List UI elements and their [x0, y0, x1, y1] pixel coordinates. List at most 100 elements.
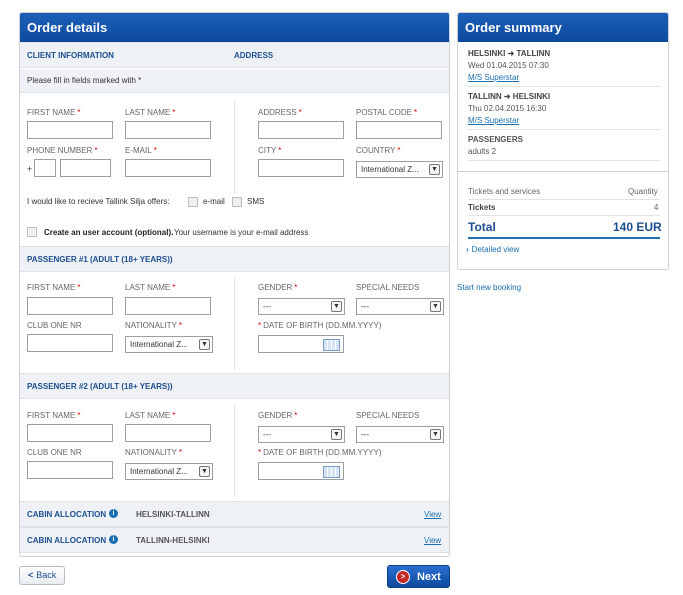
p1-dob-label: * DATE OF BIRTH (DD.MM.YYYY): [258, 321, 382, 330]
required-hint-bar: Please fill in fields marked with *: [20, 69, 449, 93]
calendar-icon[interactable]: [323, 466, 340, 478]
order-summary-title: Order summary: [458, 13, 668, 42]
p2-gender-select[interactable]: --- ▼: [258, 426, 345, 443]
p1-first-name-label: FIRST NAME *: [27, 283, 81, 292]
start-new-booking-link[interactable]: Start new booking: [457, 283, 521, 292]
chevron-down-icon: ▼: [331, 301, 342, 312]
info-icon[interactable]: i: [109, 509, 118, 518]
passenger-2-title: PASSENGER #2 (ADULT (18+ YEARS)): [27, 382, 173, 391]
chevron-right-icon: ›: [466, 245, 469, 254]
first-name-label: FIRST NAME *: [27, 108, 81, 117]
divider: [458, 171, 668, 172]
address-field-label: ADDRESS *: [258, 108, 302, 117]
p1-club-one-input[interactable]: [27, 334, 113, 352]
city-label: CITY *: [258, 146, 282, 155]
p1-gender-label: GENDER *: [258, 283, 298, 292]
city-input[interactable]: [258, 159, 344, 177]
cabin-route-1: HELSINKI-TALLINN: [136, 510, 210, 519]
email-input[interactable]: [125, 159, 211, 177]
chevron-down-icon: ▼: [331, 429, 342, 440]
detailed-view-link[interactable]: › Detailed view: [466, 245, 519, 254]
required-hint: Please fill in fields marked with *: [27, 76, 142, 85]
order-details-panel: Order details CLIENT INFORMATION ADDRESS…: [19, 12, 450, 557]
create-account-note: Your username is your e-mail address: [174, 228, 309, 237]
trip-2-date: Thu 02.04.2015 16:30: [468, 104, 547, 113]
create-account-checkbox[interactable]: [27, 227, 37, 237]
trip-1-route: HELSINKI ➜ TALLINN: [468, 49, 551, 58]
postal-code-input[interactable]: [356, 121, 442, 139]
p1-last-name-input[interactable]: [125, 297, 211, 315]
p2-gender-label: GENDER *: [258, 411, 298, 420]
address-label: ADDRESS: [234, 51, 274, 60]
address-input[interactable]: [258, 121, 344, 139]
country-select[interactable]: International Z... ▼: [356, 161, 443, 178]
p1-club-one-label: CLUB ONE NR: [27, 321, 82, 330]
p2-first-name-input[interactable]: [27, 424, 113, 442]
p2-special-needs-select[interactable]: --- ▼: [356, 426, 444, 443]
client-info-label: CLIENT INFORMATION: [27, 51, 114, 60]
p1-nationality-label: NATIONALITY *: [125, 321, 182, 330]
back-button-label: Back: [36, 570, 57, 580]
info-icon[interactable]: i: [109, 535, 118, 544]
phone-code-input[interactable]: [34, 159, 56, 177]
cabin-view-link-1[interactable]: View: [424, 510, 441, 519]
offers-email-checkbox[interactable]: [188, 197, 198, 207]
offers-email-label: e-mail: [203, 197, 225, 206]
chevron-down-icon: ▼: [430, 301, 441, 312]
order-summary-panel: Order summary HELSINKI ➜ TALLINN Wed 01.…: [457, 12, 669, 270]
next-button[interactable]: > Next: [387, 565, 450, 588]
p2-nationality-select[interactable]: International Z... ▼: [125, 463, 213, 480]
cabin-allocation-row-2: CABIN ALLOCATION i TALLINN-HELSINKI View: [20, 527, 449, 553]
offers-text: I would like to recieve Tallink Silja of…: [27, 197, 170, 206]
p1-special-needs-select[interactable]: --- ▼: [356, 298, 444, 315]
p1-nationality-select[interactable]: International Z... ▼: [125, 336, 213, 353]
arrow-right-icon: ➜: [503, 92, 511, 101]
last-name-input[interactable]: [125, 121, 211, 139]
p1-first-name-input[interactable]: [27, 297, 113, 315]
calendar-icon[interactable]: [323, 339, 340, 351]
cabin-route-2: TALLINN-HELSINKI: [136, 536, 210, 545]
p2-nationality-label: NATIONALITY *: [125, 448, 182, 457]
p2-divider: [234, 405, 235, 497]
back-button[interactable]: < Back: [19, 566, 65, 585]
chevron-left-icon: <: [28, 570, 34, 580]
cabin-view-link-2[interactable]: View: [424, 536, 441, 545]
phone-prefix: +: [27, 164, 33, 174]
passengers-value: adults 2: [468, 147, 497, 156]
client-divider: [234, 101, 235, 193]
p2-club-one-input[interactable]: [27, 461, 113, 479]
divider: [468, 199, 660, 200]
phone-number-label: PHONE NUMBER *: [27, 146, 98, 155]
p2-last-name-input[interactable]: [125, 424, 211, 442]
p2-last-name-label: LAST NAME *: [125, 411, 176, 420]
offers-sms-checkbox[interactable]: [232, 197, 242, 207]
cabin-allocation-row-1: CABIN ALLOCATION i HELSINKI-TALLINN View: [20, 501, 449, 527]
p1-dob-input[interactable]: [258, 335, 344, 353]
p2-club-one-label: CLUB ONE NR: [27, 448, 82, 457]
country-label: COUNTRY *: [356, 146, 401, 155]
tickets-services-header: Tickets and services: [468, 187, 541, 196]
divider: [468, 215, 660, 216]
chevron-down-icon: ▼: [199, 466, 210, 477]
email-label: E-MAIL *: [125, 146, 157, 155]
tickets-quantity: 4: [654, 203, 659, 212]
create-account-label: Create an user account (optional).: [44, 228, 174, 237]
trip-2-ship-link[interactable]: M/S Superstar: [468, 116, 519, 125]
client-info-header: CLIENT INFORMATION ADDRESS: [20, 42, 449, 68]
trip-1-ship-link[interactable]: M/S Superstar: [468, 73, 519, 82]
arrow-right-icon: >: [396, 570, 410, 584]
p1-gender-select[interactable]: --- ▼: [258, 298, 345, 315]
p2-first-name-label: FIRST NAME *: [27, 411, 81, 420]
passenger-2-header: PASSENGER #2 (ADULT (18+ YEARS)): [20, 373, 449, 399]
trip-1-date: Wed 01.04.2015 07:30: [468, 61, 549, 70]
p2-dob-input[interactable]: [258, 462, 344, 480]
arrow-right-icon: ➜: [507, 49, 515, 58]
phone-number-input[interactable]: [60, 159, 111, 177]
offers-sms-label: SMS: [247, 197, 265, 206]
total-label: Total: [468, 220, 496, 234]
chevron-down-icon: ▼: [429, 164, 440, 175]
order-details-title: Order details: [20, 13, 449, 42]
first-name-input[interactable]: [27, 121, 113, 139]
cabin-allocation-label: CABIN ALLOCATION: [27, 510, 107, 519]
p2-dob-label: * DATE OF BIRTH (DD.MM.YYYY): [258, 448, 382, 457]
